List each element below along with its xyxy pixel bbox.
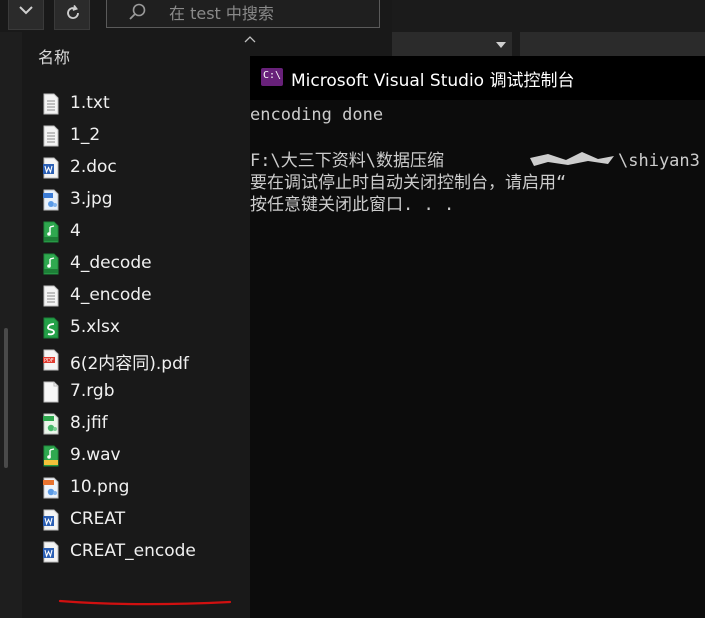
file-name: CREAT_encode (70, 541, 196, 561)
redaction-scribble (530, 152, 614, 166)
file-row[interactable]: PDF 6(2内容同).pdf (22, 344, 250, 376)
file-name: 9.wav (70, 445, 121, 465)
file-name: 8.jfif (70, 413, 108, 433)
file-row[interactable]: CREAT (22, 504, 250, 536)
chevron-down-icon (19, 6, 33, 15)
file-name: 7.rgb (70, 381, 115, 401)
file-name: CREAT (70, 509, 126, 529)
search-placeholder: 在 test 中搜索 (169, 4, 274, 23)
name-column-header[interactable]: 名称 (38, 44, 70, 68)
view-dropdown-strip (392, 32, 705, 56)
file-row[interactable]: 4_encode (22, 280, 250, 312)
file-row[interactable]: 4_decode (22, 248, 250, 280)
refresh-button[interactable] (54, 0, 90, 30)
file-row[interactable]: 1.txt (22, 88, 250, 120)
mp3-audio-icon (43, 253, 59, 275)
text-file-icon (43, 93, 59, 115)
file-row[interactable]: 4 (22, 216, 250, 248)
word-doc-icon (43, 541, 59, 563)
file-name: 4_decode (70, 253, 152, 273)
console-line: 按任意键关闭此窗口. . . (250, 195, 455, 215)
png-image-icon (43, 477, 59, 499)
file-list-pane: 名称 1.txt 1_2 2.doc 3.jpg 4 4_decode 4_en… (22, 32, 256, 618)
file-name: 5.xlsx (70, 317, 120, 337)
file-row[interactable]: 9.wav (22, 440, 250, 472)
jfif-image-icon (43, 413, 59, 435)
file-row[interactable]: 5.xlsx (22, 312, 250, 344)
word-doc-icon (43, 157, 59, 179)
console-line: F:\大三下资料\数据压缩 (250, 151, 444, 171)
spreadsheet-icon (43, 317, 59, 339)
file-name: 2.doc (70, 157, 117, 177)
jpg-image-icon (43, 189, 59, 211)
file-row[interactable]: 1_2 (22, 120, 250, 152)
toolbar-separator (512, 32, 520, 56)
file-row[interactable]: 2.doc (22, 152, 250, 184)
chevron-down-button[interactable] (8, 0, 44, 30)
console-title-bar[interactable]: C:\ Microsoft Visual Studio 调试控制台 (250, 56, 705, 100)
explorer-toolbar: 在 test 中搜索 (0, 0, 705, 32)
debug-console-window[interactable]: C:\ Microsoft Visual Studio 调试控制台 encodi… (250, 56, 705, 618)
red-annotation-underline (58, 599, 232, 606)
svg-text:PDF: PDF (44, 358, 54, 364)
file-row[interactable]: CREAT_encode (22, 536, 250, 568)
file-name: 10.png (70, 477, 130, 497)
file-name: 3.jpg (70, 189, 113, 209)
dropdown-arrow-icon[interactable] (496, 42, 506, 48)
text-file-icon (43, 285, 59, 307)
nav-scrollbar[interactable] (4, 328, 8, 468)
word-doc-icon (43, 509, 59, 531)
visual-studio-console-icon: C:\ (261, 68, 283, 86)
wav-audio-icon (43, 445, 59, 467)
file-row[interactable]: 8.jfif (22, 408, 250, 440)
search-input[interactable]: 在 test 中搜索 (106, 0, 380, 28)
console-title: Microsoft Visual Studio 调试控制台 (291, 71, 575, 91)
file-row[interactable]: 3.jpg (22, 184, 250, 216)
sort-ascending-icon (244, 36, 256, 43)
pdf-icon: PDF (43, 349, 59, 371)
console-line: encoding done (250, 105, 384, 125)
file-name: 1.txt (70, 93, 110, 113)
file-name: 4 (70, 221, 81, 241)
file-name: 6(2内容同).pdf (70, 354, 189, 374)
toolbar-right-area (392, 0, 705, 32)
console-output[interactable]: encoding done F:\大三下资料\数据压缩 \shiyan3 要在调… (250, 100, 705, 618)
blank-file-icon (43, 381, 59, 403)
navigation-pane (0, 32, 22, 618)
file-name: 4_encode (70, 285, 152, 305)
file-row[interactable]: 10.png (22, 472, 250, 504)
search-icon (129, 3, 146, 20)
console-line-tail: \shiyan3 (618, 151, 700, 171)
file-name: 1_2 (70, 125, 101, 145)
refresh-icon (67, 5, 79, 19)
mp3-audio-icon (43, 221, 59, 243)
text-file-icon (43, 125, 59, 147)
file-row[interactable]: 7.rgb (22, 376, 250, 408)
console-line: 要在调试停止时自动关闭控制台，请启用“ (250, 173, 567, 193)
